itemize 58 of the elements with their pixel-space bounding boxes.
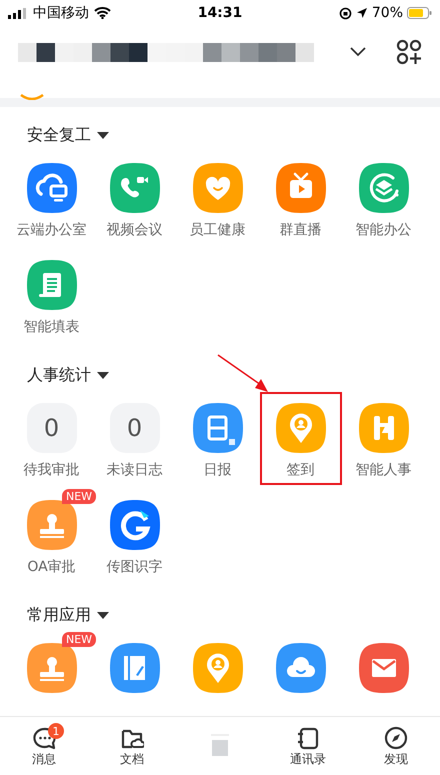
- battery-icon: [407, 7, 432, 19]
- new-badge: NEW: [62, 489, 96, 504]
- unread-badge: 1: [48, 723, 64, 739]
- location-pin-icon: [192, 643, 242, 693]
- notebook-icon: [110, 643, 160, 693]
- app-button[interactable]: 智能填表: [10, 249, 92, 342]
- app-button[interactable]: 群直播: [260, 152, 342, 245]
- tab-button[interactable]: 文档: [88, 717, 176, 775]
- app-button[interactable]: 智能人事: [342, 392, 424, 485]
- blurred-square-icon: [208, 734, 232, 758]
- calendar-icon: [192, 403, 242, 453]
- carrier-name: 中国移动: [33, 4, 89, 22]
- location-pin-icon: [276, 403, 326, 453]
- arc-drawing: [20, 94, 44, 100]
- caret-icon[interactable]: [97, 372, 109, 378]
- app-button[interactable]: 0 未读日志: [94, 392, 176, 485]
- tv-icon: [276, 163, 326, 213]
- app-button[interactable]: 传图识字: [94, 489, 176, 582]
- location-arrow-icon: [356, 7, 368, 19]
- add-app-icon[interactable]: [396, 39, 422, 65]
- app-button[interactable]: 0 待我审批: [10, 392, 92, 485]
- tab-button[interactable]: 发现: [352, 717, 440, 775]
- count-tile: 0: [110, 403, 160, 453]
- new-badge: NEW: [62, 632, 96, 647]
- clock-time: 14:31: [198, 5, 242, 21]
- g-logo-icon: [110, 500, 160, 550]
- app-button[interactable]: 日报: [176, 392, 258, 485]
- caret-icon[interactable]: [97, 612, 109, 618]
- section-title: 常用应用: [27, 605, 91, 625]
- cloud-monitor-icon: [26, 163, 76, 213]
- heart-icon: [192, 163, 242, 213]
- tab-button[interactable]: 通讯录: [264, 717, 352, 775]
- highlighted-app-button[interactable]: 签到: [260, 392, 342, 485]
- signal-icon: [8, 8, 28, 18]
- phone-camera-icon: [110, 163, 160, 213]
- app-button[interactable]: 云端办公室: [10, 152, 92, 245]
- wifi-icon: [94, 7, 111, 19]
- count-tile: 0: [26, 403, 76, 453]
- annotation-arrow: [218, 354, 268, 392]
- compass-icon: [384, 726, 408, 750]
- app-button[interactable]: 智能办公: [342, 152, 424, 245]
- h-letter-icon: [358, 403, 408, 453]
- app-button[interactable]: 员工健康: [176, 152, 258, 245]
- cloud-icon: [276, 643, 326, 693]
- rotation-lock-icon: [338, 6, 352, 20]
- caret-icon[interactable]: [97, 132, 109, 138]
- section-title: 安全复工: [27, 125, 91, 145]
- document-icon: [26, 260, 76, 310]
- dropdown-chevron-icon[interactable]: [350, 47, 366, 57]
- address-book-icon: [296, 726, 320, 750]
- stamp-icon: [26, 643, 76, 693]
- layers-icon: [358, 163, 408, 213]
- section-title: 人事统计: [27, 365, 91, 385]
- mail-icon: [358, 643, 408, 693]
- tab-button[interactable]: 1 消息: [0, 717, 88, 775]
- app-button[interactable]: 视频会议: [94, 152, 176, 245]
- battery-percent: 70%: [372, 5, 403, 21]
- stamp-icon: [26, 500, 76, 550]
